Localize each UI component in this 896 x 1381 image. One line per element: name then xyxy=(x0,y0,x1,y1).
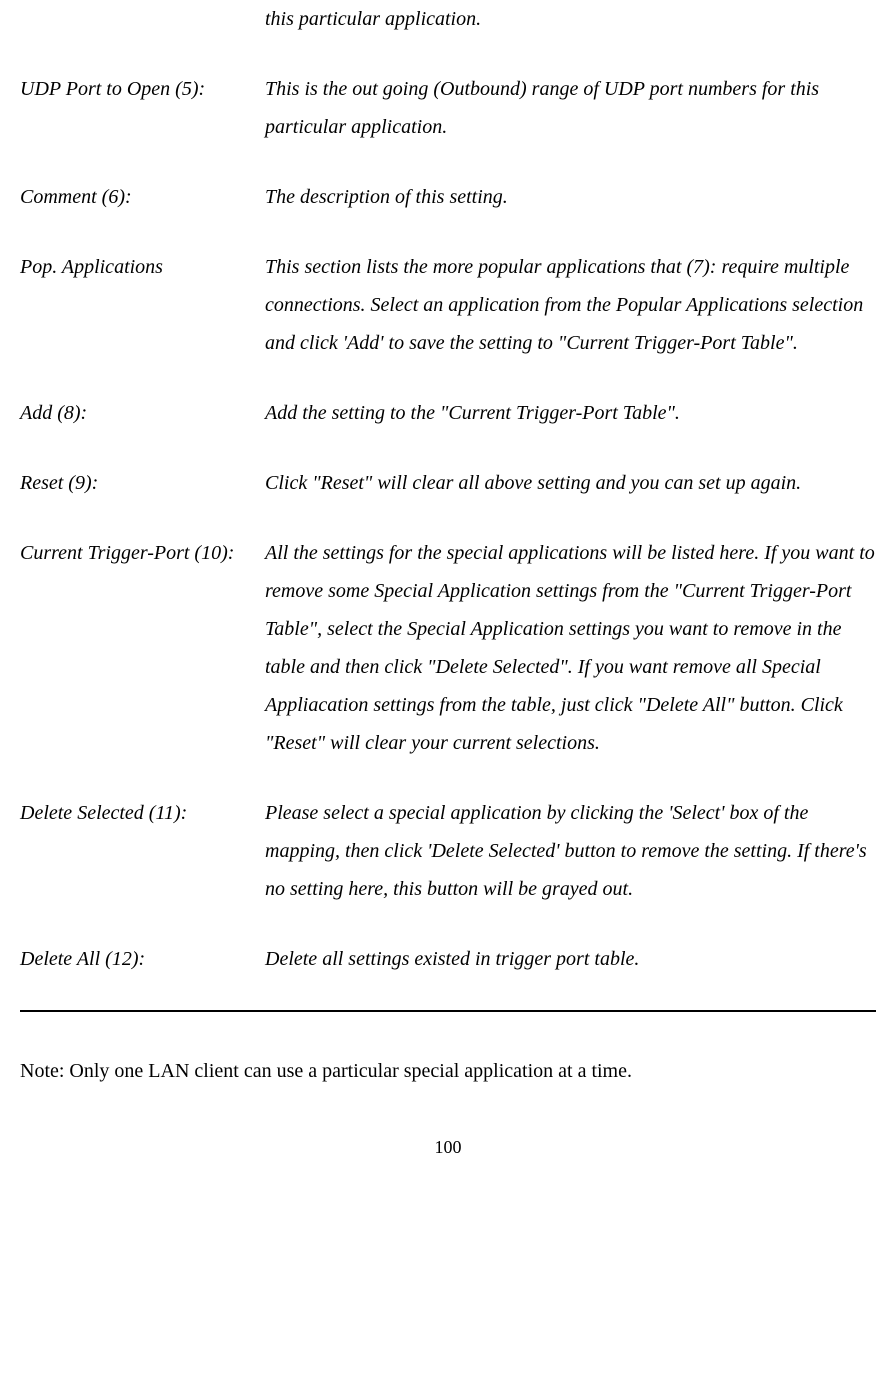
footer-note: Note: Only one LAN client can use a part… xyxy=(20,1052,876,1090)
definition-entry: Delete Selected (11): Please select a sp… xyxy=(20,794,876,908)
term-description: This section lists the more popular appl… xyxy=(265,248,876,362)
term-description: Please select a special application by c… xyxy=(265,794,876,908)
term-description: Add the setting to the "Current Trigger-… xyxy=(265,394,876,432)
page-number: 100 xyxy=(20,1130,876,1164)
definition-entry: Add (8): Add the setting to the "Current… xyxy=(20,394,876,432)
fragment-top: this particular application. xyxy=(265,0,876,38)
term-label: Pop. Applications xyxy=(20,248,265,362)
section-divider xyxy=(20,1010,876,1012)
term-description: Click "Reset" will clear all above setti… xyxy=(265,464,876,502)
term-label: Comment (6): xyxy=(20,178,265,216)
term-label: Delete Selected (11): xyxy=(20,794,265,908)
term-label: Delete All (12): xyxy=(20,940,265,978)
term-label: Current Trigger-Port (10): xyxy=(20,534,265,762)
term-description: The description of this setting. xyxy=(265,178,876,216)
term-description: Delete all settings existed in trigger p… xyxy=(265,940,876,978)
term-label: UDP Port to Open (5): xyxy=(20,70,265,146)
term-description: This is the out going (Outbound) range o… xyxy=(265,70,876,146)
definition-entry: Reset (9): Click "Reset" will clear all … xyxy=(20,464,876,502)
term-description: All the settings for the special applica… xyxy=(265,534,876,762)
term-label: Add (8): xyxy=(20,394,265,432)
definition-entry: Current Trigger-Port (10): All the setti… xyxy=(20,534,876,762)
term-label: Reset (9): xyxy=(20,464,265,502)
definition-entry: Comment (6): The description of this set… xyxy=(20,178,876,216)
definition-entry: UDP Port to Open (5): This is the out go… xyxy=(20,70,876,146)
definition-entry: Pop. Applications This section lists the… xyxy=(20,248,876,362)
definition-entry: Delete All (12): Delete all settings exi… xyxy=(20,940,876,978)
